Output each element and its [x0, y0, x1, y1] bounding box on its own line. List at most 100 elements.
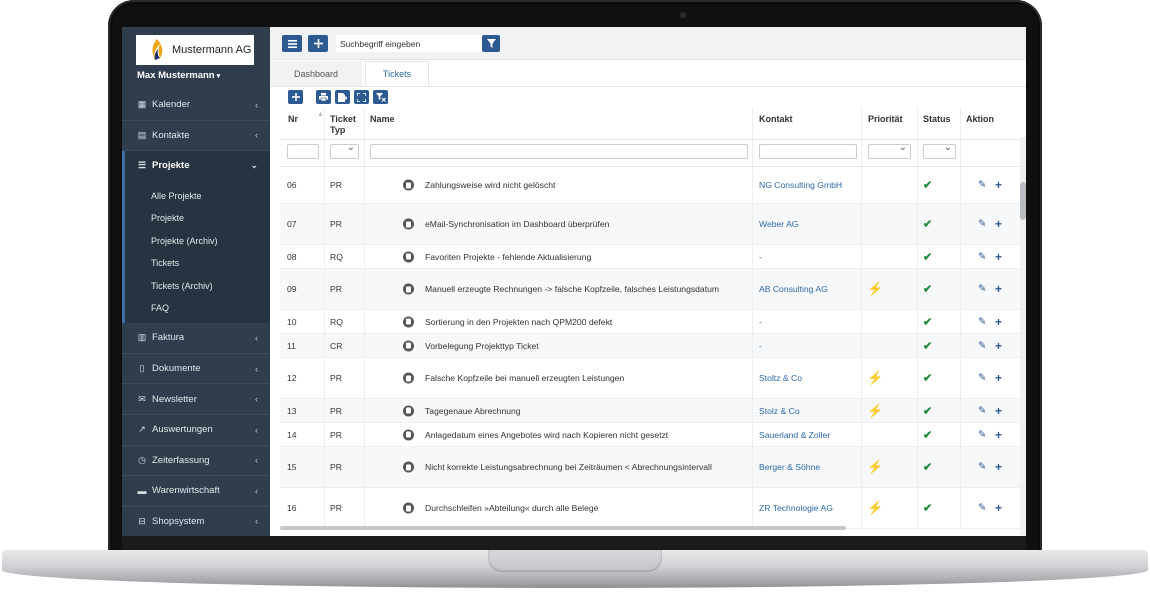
sidebar-item-warenwirtschaft[interactable]: ▬ Warenwirtschaft ‹: [122, 476, 270, 506]
ticket-contact-link[interactable]: -: [759, 341, 762, 351]
edit-pencil-icon[interactable]: ✎: [978, 429, 986, 440]
ticket-document-icon[interactable]: [403, 316, 414, 327]
edit-pencil-icon[interactable]: ✎: [978, 373, 986, 384]
add-plus-icon[interactable]: +: [995, 315, 1002, 329]
clear-filter-button[interactable]: [373, 90, 388, 104]
sidebar-subitem[interactable]: Alle Projekte: [125, 185, 270, 207]
sort-asc-icon[interactable]: ▲: [317, 111, 324, 118]
ticket-contact-link[interactable]: -: [759, 317, 762, 327]
filter-clear-icon: [375, 92, 386, 102]
ticket-contact-link[interactable]: AB Consulting AG: [759, 284, 828, 294]
add-plus-icon[interactable]: +: [995, 178, 1002, 192]
table-row[interactable]: 15 PR Nicht korrekte Leistungsabrechnung b…: [280, 447, 1026, 488]
filter-name-input[interactable]: [370, 144, 748, 159]
edit-pencil-icon[interactable]: ✎: [978, 462, 986, 473]
filter-button[interactable]: [482, 35, 500, 52]
sidebar-subitem[interactable]: FAQ: [125, 297, 270, 319]
sidebar-item-faktura[interactable]: ▥ Faktura ‹: [122, 323, 270, 353]
add-ticket-button[interactable]: [288, 90, 303, 104]
table-row[interactable]: 11 CR Vorbelegung Projekttyp Ticket - ✔ ✎ +: [280, 334, 1026, 358]
sidebar-item-auswertungen[interactable]: ↗ Auswertungen ‹: [122, 415, 270, 445]
user-menu[interactable]: Max Mustermann ▾: [137, 70, 220, 81]
add-plus-icon[interactable]: +: [995, 339, 1002, 353]
edit-pencil-icon[interactable]: ✎: [978, 180, 986, 191]
ticket-document-icon[interactable]: [403, 251, 414, 262]
sidebar-item-zeiterfassung[interactable]: ◷ Zeiterfassung ‹: [122, 446, 270, 476]
edit-pencil-icon[interactable]: ✎: [978, 284, 986, 295]
filter-typ-select[interactable]: [330, 142, 359, 159]
add-plus-icon[interactable]: +: [995, 428, 1002, 442]
ticket-document-icon[interactable]: [403, 340, 414, 351]
add-plus-icon[interactable]: +: [995, 501, 1002, 515]
table-row[interactable]: 10 RQ Sortierung in den Projekten nach QPM…: [280, 310, 1026, 334]
ticket-contact-link[interactable]: Sauerland & Zoller: [759, 430, 830, 440]
table-row[interactable]: 16 PR Durchschleifen »Abteilung« durch all…: [280, 488, 1026, 529]
ticket-contact-link[interactable]: Stoltz & Co: [759, 373, 802, 383]
search-input[interactable]: Suchbegriff eingeben: [336, 35, 482, 52]
table-row[interactable]: 08 RQ Favoriten Projekte - fehlende Aktual…: [280, 245, 1026, 269]
sidebar-item-dokumente[interactable]: ▯ Dokumente ‹: [122, 354, 270, 384]
edit-pencil-icon[interactable]: ✎: [978, 340, 986, 351]
fullscreen-button[interactable]: [354, 90, 369, 104]
ticket-contact-link[interactable]: NG Consulting GmbH: [759, 180, 842, 190]
table-row[interactable]: 07 PR eMail-Synchronisation im Dashboard ü…: [280, 204, 1026, 245]
table-row[interactable]: 06 PR Zahlungsweise wird nicht gelöscht NG …: [280, 167, 1026, 204]
table-row[interactable]: 12 PR Falsche Kopfzeile bei manuell erzeug…: [280, 358, 1026, 399]
table-row[interactable]: 09 PR Manuell erzeugte Rechnungen -> falsc…: [280, 269, 1026, 310]
filter-prio-select[interactable]: [868, 142, 911, 159]
ticket-document-icon[interactable]: [403, 502, 414, 514]
sidebar-subitem[interactable]: Tickets: [125, 252, 270, 274]
sidebar-item-kontakte[interactable]: ▤ Kontakte ‹: [122, 121, 270, 151]
col-nr[interactable]: Nr: [288, 114, 298, 125]
menu-button[interactable]: [282, 35, 302, 52]
print-button[interactable]: [316, 90, 331, 104]
filter-status-select[interactable]: [923, 142, 956, 159]
edit-pencil-icon[interactable]: ✎: [978, 503, 986, 514]
ticket-document-icon[interactable]: [403, 461, 414, 473]
ticket-document-icon[interactable]: [403, 179, 414, 191]
ticket-document-icon[interactable]: [403, 218, 414, 230]
col-status[interactable]: Status: [923, 114, 951, 125]
edit-pencil-icon[interactable]: ✎: [978, 219, 986, 230]
add-plus-icon[interactable]: +: [995, 460, 1002, 474]
add-plus-icon[interactable]: +: [995, 404, 1002, 418]
table-row[interactable]: 14 PR Anlagedatum eines Angebotes wird nac…: [280, 423, 1026, 447]
col-kontakt[interactable]: Kontakt: [759, 114, 793, 125]
ticket-contact-link[interactable]: Stolz & Co: [759, 406, 800, 416]
ticket-document-icon[interactable]: [403, 283, 414, 295]
sidebar-item-projekte[interactable]: ☰ Projekte ⌄: [122, 151, 270, 181]
col-prioritaet[interactable]: Priorität: [868, 114, 903, 125]
sidebar-subitem[interactable]: Tickets (Archiv): [125, 274, 270, 296]
ticket-contact-link[interactable]: Weber AG: [759, 219, 799, 229]
tab-dashboard[interactable]: Dashboard: [270, 61, 362, 86]
ticket-document-icon[interactable]: [403, 372, 414, 384]
table-row[interactable]: 13 PR Tagegenaue Abrechnung Stolz & Co ⚡ ✔ ✎ +: [280, 399, 1026, 423]
edit-pencil-icon[interactable]: ✎: [978, 405, 986, 416]
col-ticket-typ[interactable]: Ticket Typ: [330, 114, 356, 136]
sidebar-item-newsletter[interactable]: ✉ Newsletter ‹: [122, 384, 270, 414]
add-plus-icon[interactable]: +: [995, 217, 1002, 231]
add-plus-icon[interactable]: +: [995, 282, 1002, 296]
add-button[interactable]: [308, 35, 328, 52]
export-button[interactable]: [335, 90, 350, 104]
filter-kontakt-input[interactable]: [759, 144, 857, 159]
filter-nr-input[interactable]: [287, 144, 319, 159]
tab-tickets[interactable]: Tickets: [365, 61, 429, 86]
sidebar-item-kalender[interactable]: ▦ Kalender ‹: [122, 90, 270, 120]
sidebar-subitem[interactable]: Projekte: [125, 207, 270, 229]
horizontal-scrollbar[interactable]: [280, 526, 846, 530]
edit-pencil-icon[interactable]: ✎: [978, 251, 986, 262]
company-logo[interactable]: Mustermann AG: [136, 35, 254, 65]
sidebar-item-shopsystem[interactable]: ⊟ Shopsystem ‹: [122, 507, 270, 536]
add-plus-icon[interactable]: +: [995, 371, 1002, 385]
sidebar-subitem[interactable]: Projekte (Archiv): [125, 230, 270, 252]
ticket-contact-link[interactable]: -: [759, 252, 762, 262]
ticket-document-icon[interactable]: [403, 405, 414, 416]
edit-pencil-icon[interactable]: ✎: [978, 316, 986, 327]
ticket-contact-link[interactable]: ZR Technologie AG: [759, 503, 833, 513]
vertical-scrollbar[interactable]: [1020, 182, 1026, 220]
col-name[interactable]: Name: [370, 114, 395, 125]
ticket-document-icon[interactable]: [403, 429, 414, 440]
ticket-contact-link[interactable]: Berger & Söhne: [759, 462, 820, 472]
add-plus-icon[interactable]: +: [995, 250, 1002, 264]
